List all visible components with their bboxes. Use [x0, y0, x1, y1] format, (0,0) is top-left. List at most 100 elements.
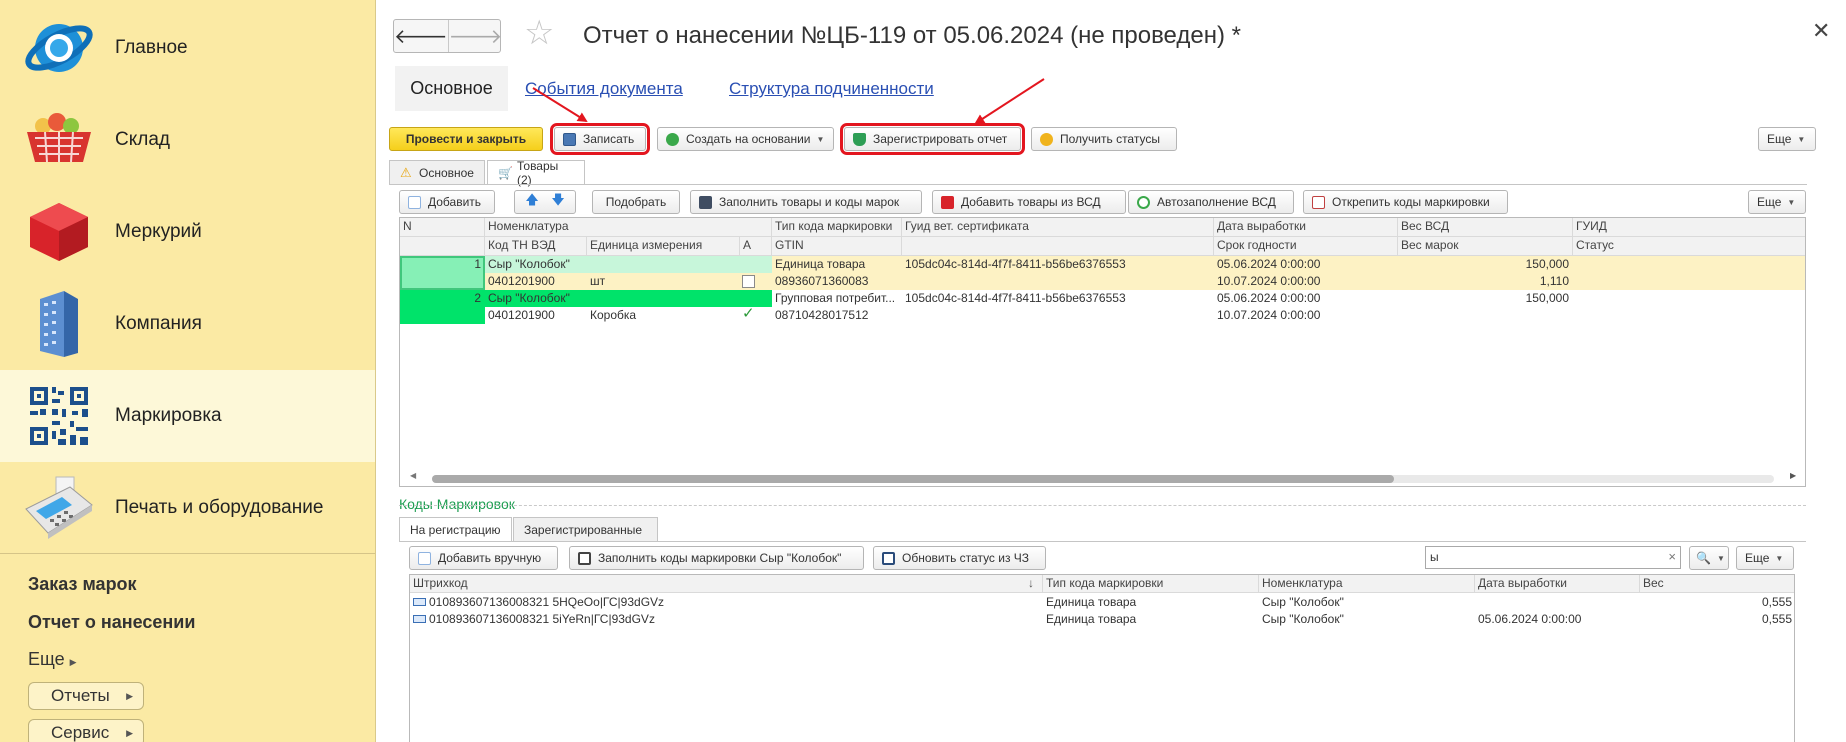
codes-more-button[interactable]: Еще ▼: [1736, 546, 1794, 570]
col-header-n[interactable]: N: [400, 218, 485, 237]
qr-code-icon: [578, 551, 591, 565]
col-header-tnved[interactable]: Код ТН ВЭД: [485, 237, 587, 256]
link-application-report[interactable]: Отчет о нанесении: [28, 612, 195, 633]
arrow-down-icon[interactable]: 🡇: [551, 191, 564, 213]
clear-icon[interactable]: ×: [1668, 549, 1676, 564]
back-arrow-icon[interactable]: 🡐: [394, 20, 449, 52]
col-header-vsd-weight[interactable]: Вес ВСД: [1398, 218, 1573, 237]
add-icon: [408, 195, 421, 209]
service-button-label: Сервис: [51, 723, 110, 742]
col-header-nomenclature[interactable]: Номенклатура: [485, 218, 772, 237]
col-header-barcode[interactable]: Штрихкод ↓: [410, 575, 1043, 593]
search-input[interactable]: ы ×: [1425, 546, 1681, 569]
pick-button[interactable]: Подобрать: [592, 190, 680, 214]
col-header-weight[interactable]: Вес: [1640, 575, 1794, 593]
tab-subordination-structure[interactable]: Структура подчиненности: [729, 79, 934, 99]
product-name: Сыр "Колобок": [488, 257, 570, 271]
horizontal-scrollbar[interactable]: ◀ ▶: [400, 470, 1805, 486]
autofill-vsd-button[interactable]: Автозаполнение ВСД: [1128, 190, 1294, 214]
col-header-vet-guid[interactable]: Гуид вет. сертификата: [902, 218, 1214, 237]
forward-arrow-icon[interactable]: 🡒: [449, 20, 503, 52]
scroll-thumb[interactable]: [432, 475, 1394, 483]
table-row[interactable]: 1 Сыр "Колобок" Единица товара 105dc04c-…: [400, 256, 1805, 290]
card-terminal-icon: [22, 471, 96, 545]
col-header-blank: [400, 237, 485, 256]
vet-guid: 105dc04c-814d-4f7f-8411-b56be6376553: [905, 257, 1126, 271]
save-button[interactable]: Записать: [550, 123, 650, 155]
barcode-icon: [413, 615, 426, 623]
marks-weight: 1,110: [1539, 274, 1569, 288]
col-header-nomenclature[interactable]: Номенклатура: [1259, 575, 1475, 593]
basket-icon: [22, 103, 96, 177]
checkbox-a[interactable]: [742, 275, 755, 288]
sidebar-item-warehouse[interactable]: Склад: [0, 94, 375, 186]
fill-goods-codes-button[interactable]: Заполнить товары и коды марок: [690, 190, 922, 214]
link-more[interactable]: Еще ▶: [28, 649, 77, 670]
sidebar-item-print[interactable]: Печать и оборудование: [0, 462, 375, 554]
col-header-expiry[interactable]: Срок годности: [1214, 237, 1398, 256]
service-button[interactable]: Сервис ▶: [28, 719, 144, 742]
col-header-gtin[interactable]: GTIN: [772, 237, 902, 256]
tab-registered[interactable]: Зарегистрированные: [513, 517, 658, 542]
add-goods-from-vsd-button[interactable]: Добавить товары из ВСД: [932, 190, 1126, 214]
close-icon[interactable]: ✕: [1812, 18, 1830, 44]
add-icon: [418, 551, 431, 565]
register-report-button[interactable]: Зарегистрировать отчет: [840, 123, 1025, 155]
col-header-production-date[interactable]: Дата выработки: [1475, 575, 1640, 593]
link-order-marks[interactable]: Заказ марок: [28, 574, 137, 595]
inner-tab-main[interactable]: ⚠ Основное: [389, 160, 485, 185]
col-header-status[interactable]: Статус: [1573, 237, 1805, 256]
chevron-down-icon: ▼: [816, 134, 825, 144]
sidebar-item-mercury[interactable]: Меркурий: [0, 186, 375, 278]
refresh-status-button[interactable]: Обновить статус из ЧЗ: [873, 546, 1046, 570]
refresh-icon: [882, 551, 895, 565]
tab-for-registration[interactable]: На регистрацию: [399, 517, 512, 542]
favorite-star-icon[interactable]: ☆: [524, 16, 554, 50]
unpin-codes-button[interactable]: Открепить коды маркировки: [1303, 190, 1508, 214]
add-goods-from-vsd-label: Добавить товары из ВСД: [961, 195, 1101, 209]
col-header-barcode-label: Штрихкод: [413, 576, 468, 590]
col-header-guid[interactable]: ГУИД: [1573, 218, 1805, 237]
add-button[interactable]: Добавить: [399, 190, 495, 214]
sidebar-item-company[interactable]: Компания: [0, 278, 375, 370]
table-row[interactable]: 2 Сыр "Колобок" Групповая потребит... 10…: [400, 290, 1805, 324]
refresh-icon: [1040, 132, 1053, 146]
arrow-up-icon[interactable]: 🡅: [525, 191, 538, 213]
search-button[interactable]: 🔍 ▼: [1689, 546, 1729, 570]
col-header-code-type[interactable]: Тип кода маркировки: [1043, 575, 1259, 593]
col-header-marks-weight[interactable]: Вес марок: [1398, 237, 1573, 256]
col-header-production-date[interactable]: Дата выработки: [1214, 218, 1398, 237]
gtin: 08936071360083: [775, 274, 869, 288]
get-statuses-button[interactable]: Получить статусы: [1031, 127, 1177, 151]
table-row[interactable]: 010893607136008321 5iYeRn|ГС|93dGVz Един…: [410, 611, 1794, 628]
scroll-right-icon[interactable]: ▶: [1790, 471, 1796, 480]
table-row[interactable]: 010893607136008321 5HQeOo|ГС|93dGVz Един…: [410, 594, 1794, 611]
sidebar-item-marking[interactable]: Маркировка: [0, 370, 375, 462]
tab-main[interactable]: Основное: [395, 66, 508, 111]
row-number: 1: [474, 257, 481, 271]
goods-more-button[interactable]: Еще ▼: [1748, 190, 1806, 214]
col-header-unit[interactable]: Единица измерения: [587, 237, 740, 256]
more-button[interactable]: Еще ▼: [1758, 127, 1816, 151]
inner-tab-goods[interactable]: 🛒 Товары (2): [487, 159, 585, 187]
link-more-label: Еще: [28, 649, 65, 669]
col-header-a[interactable]: А: [740, 237, 772, 256]
reports-button[interactable]: Отчеты ▶: [28, 682, 144, 710]
fill-codes-button[interactable]: Заполнить коды маркировки Сыр "Колобок": [569, 546, 864, 570]
sidebar-item-label: Склад: [115, 129, 170, 150]
col-header-blank-2: [902, 237, 1214, 256]
chevron-down-icon: ▼: [1797, 134, 1806, 144]
col-header-code-type[interactable]: Тип кода маркировки: [772, 218, 902, 237]
inner-tab-main-label: Основное: [419, 166, 474, 180]
sidebar-item-main[interactable]: Главное: [0, 2, 375, 94]
tab-document-events[interactable]: События документа: [525, 79, 683, 99]
search-input-value: ы: [1430, 550, 1439, 564]
create-based-on-button[interactable]: Создать на основании ▼: [657, 127, 834, 151]
checkmark-icon[interactable]: ✓: [742, 304, 755, 322]
codes-more-label: Еще: [1745, 551, 1770, 565]
chevron-down-icon: ▼: [1775, 553, 1784, 563]
post-and-close-button[interactable]: Провести и закрыть: [389, 127, 543, 151]
scroll-left-icon[interactable]: ◀: [410, 471, 416, 480]
tabs-divider: [389, 184, 1807, 185]
add-manually-button[interactable]: Добавить вручную: [409, 546, 558, 570]
